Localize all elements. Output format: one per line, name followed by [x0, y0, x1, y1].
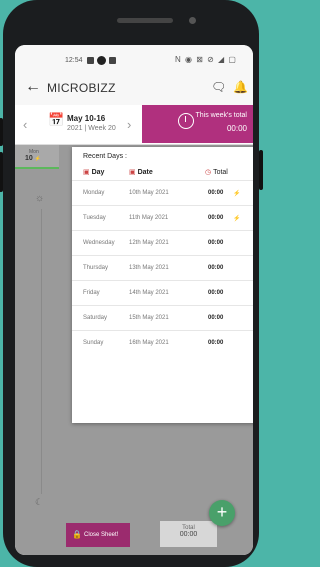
- timeline: [41, 209, 42, 494]
- calendar-small-icon: ▣: [129, 169, 136, 176]
- power-button: [259, 150, 263, 190]
- week-total-value: 00:00: [226, 124, 247, 133]
- row-total: 00:00: [208, 340, 224, 346]
- record-icon: [97, 56, 106, 65]
- prev-week-icon[interactable]: ‹: [23, 117, 27, 132]
- current-day-indicator: [15, 167, 59, 169]
- sun-icon: ☼: [35, 193, 45, 204]
- bell-icon[interactable]: 🔔: [233, 80, 248, 94]
- week-total-label: This week's total: [195, 112, 247, 119]
- app-title: MICROBIZZ: [47, 81, 116, 95]
- chat-icon[interactable]: 🗨: [211, 80, 226, 94]
- table-row[interactable]: Sunday 16th May 2021 00:00: [72, 330, 253, 355]
- row-total: 00:00: [208, 265, 224, 271]
- row-date: 16th May 2021: [129, 340, 169, 346]
- speaker: [117, 18, 173, 23]
- row-total: 00:00: [208, 290, 224, 296]
- row-total: 00:00: [208, 215, 224, 221]
- add-button[interactable]: +: [209, 500, 235, 526]
- table-row[interactable]: Monday 10th May 2021 00:00 ⚡: [72, 180, 253, 205]
- footer-total: Total 00:00: [160, 521, 217, 547]
- row-day: Sunday: [83, 340, 104, 346]
- status-icons-left: [87, 56, 116, 65]
- recent-days-popup: Recent Days : ▣ Day ▣ Date ◷ Total Monda…: [72, 147, 253, 423]
- table-row[interactable]: Friday 14th May 2021 00:00: [72, 280, 253, 305]
- app-bar: ← MICROBIZZ 🗨 🔔: [15, 71, 253, 105]
- table-row[interactable]: Saturday 15th May 2021 00:00: [72, 305, 253, 330]
- day-column-header[interactable]: Mon 10 ⚡: [15, 145, 59, 167]
- footer-total-value: 00:00: [179, 531, 198, 538]
- day-date: 10 ⚡: [25, 155, 41, 162]
- phone-frame: 12:54 N ◉ ⊠ ⊘ ◢ ▢ ← MICROBIZZ 🗨 🔔 ‹ 📅 Ma…: [0, 0, 263, 567]
- front-camera: [189, 17, 196, 24]
- table-row[interactable]: Thursday 13th May 2021 00:00: [72, 255, 253, 280]
- table-row[interactable]: Tuesday 11th May 2021 00:00 ⚡: [72, 205, 253, 230]
- header-date: ▣ Date: [129, 169, 153, 176]
- week-selector: ‹ 📅 May 10-16 2021 | Week 20 › This week…: [15, 105, 253, 145]
- clock-small-icon: ◷: [205, 169, 212, 176]
- row-date: 12th May 2021: [129, 240, 169, 246]
- row-date: 15th May 2021: [129, 315, 169, 321]
- header-day: ▣ Day: [83, 169, 105, 176]
- moon-icon: ☾: [35, 497, 44, 507]
- volume-button-2: [0, 152, 3, 192]
- status-time: 12:54: [65, 57, 83, 64]
- close-sheet-button[interactable]: 🔒 Close Sheet!: [66, 523, 130, 547]
- week-range: May 10-16: [67, 114, 106, 123]
- row-total: 00:00: [208, 190, 224, 196]
- volume-button: [0, 118, 3, 146]
- lock-icon: 🔒: [72, 530, 82, 539]
- image-icon: [109, 57, 116, 64]
- row-day: Thursday: [83, 265, 109, 271]
- notification-icon: [87, 57, 94, 64]
- row-date: 14th May 2021: [129, 290, 169, 296]
- row-day: Saturday: [83, 315, 108, 321]
- status-bar: 12:54 N ◉ ⊠ ⊘ ◢ ▢: [15, 45, 253, 71]
- flag-icon: ⚡: [233, 216, 241, 222]
- calendar-icon: 📅: [48, 112, 65, 127]
- row-total: 00:00: [208, 315, 224, 321]
- row-day: Wednesday: [83, 240, 115, 246]
- row-day: Tuesday: [83, 215, 106, 221]
- recent-days-title: Recent Days :: [83, 153, 127, 160]
- status-icons-right: N ◉ ⊠ ⊘ ◢ ▢: [175, 55, 237, 64]
- header-total: ◷ Total: [205, 169, 228, 176]
- row-date: 10th May 2021: [129, 190, 169, 196]
- close-sheet-label: Close Sheet!: [84, 532, 119, 538]
- table-row[interactable]: Wednesday 12th May 2021 00:00: [72, 230, 253, 255]
- week-total-box: This week's total 00:00: [142, 105, 253, 143]
- calendar-small-icon: ▣: [83, 169, 90, 176]
- screen: 12:54 N ◉ ⊠ ⊘ ◢ ▢ ← MICROBIZZ 🗨 🔔 ‹ 📅 Ma…: [15, 45, 253, 555]
- row-day: Friday: [83, 290, 100, 296]
- next-week-icon[interactable]: ›: [127, 117, 131, 132]
- row-total: 00:00: [208, 240, 224, 246]
- arrow-left-icon[interactable]: ←: [25, 78, 41, 96]
- week-sub: 2021 | Week 20: [67, 125, 116, 132]
- flag-icon: ⚡: [233, 191, 241, 197]
- row-date: 11th May 2021: [129, 215, 169, 221]
- row-day: Monday: [83, 190, 105, 196]
- row-date: 13th May 2021: [129, 265, 169, 271]
- clock-icon: [178, 113, 194, 129]
